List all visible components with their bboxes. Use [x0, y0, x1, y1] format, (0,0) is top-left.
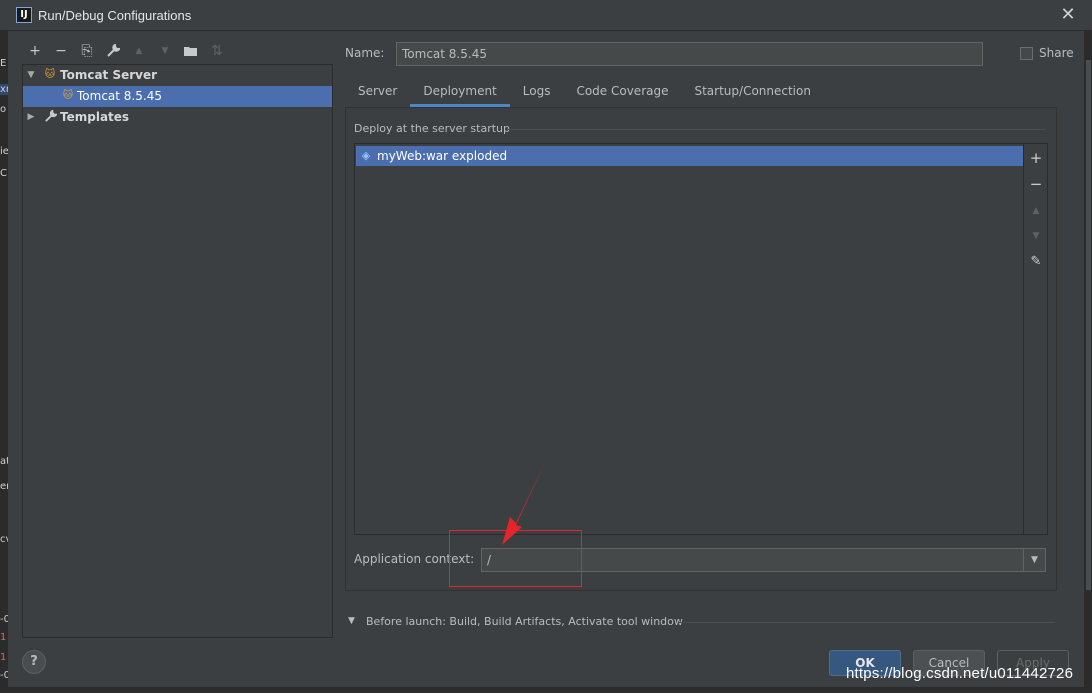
list-item[interactable]: ◈ myWeb:war exploded	[356, 146, 1023, 166]
expanded-arrow-icon[interactable]: ▼	[25, 65, 37, 86]
background-text: cv	[0, 534, 8, 545]
remove-icon[interactable]: −	[1027, 174, 1045, 194]
wrench-icon[interactable]	[100, 40, 126, 62]
background-text: 1	[0, 632, 7, 643]
config-toolbar: + − ⎘ ▲ ▼ ⇅	[22, 40, 230, 62]
tomcat-icon: 🐱	[62, 90, 74, 101]
deployment-list: ◈ myWeb:war exploded + − ▲ ▼ ✎	[354, 143, 1048, 535]
folder-add-icon[interactable]	[178, 40, 204, 62]
separator	[679, 622, 1055, 623]
move-down-icon[interactable]: ▼	[152, 40, 178, 62]
tab-deployment[interactable]: Deployment	[410, 80, 510, 107]
move-down-icon[interactable]: ▼	[1027, 226, 1045, 246]
window-title: Run/Debug Configurations	[38, 8, 192, 23]
share-checkbox[interactable]	[1020, 47, 1033, 60]
background-text: -0	[0, 614, 8, 625]
sort-icon[interactable]: ⇅	[204, 40, 230, 62]
name-field[interactable]	[396, 42, 983, 66]
background-text: 1	[0, 652, 7, 663]
background-text: xn	[0, 84, 8, 95]
tab-bar: Server Deployment Logs Code Coverage Sta…	[345, 80, 824, 107]
title-bar: IJ Run/Debug Configurations ✕	[0, 0, 1092, 31]
background-text: C	[0, 168, 7, 179]
annotation-arrow	[502, 460, 546, 545]
wrench-icon	[43, 109, 58, 124]
scrollbar[interactable]	[1086, 60, 1091, 590]
deploy-caption: Deploy at the server startup	[354, 122, 511, 135]
tree-label: Tomcat 8.5.45	[77, 89, 162, 103]
configuration-tree: ▼ 🐱 Tomcat Server 🐱 Tomcat 8.5.45 ▶ Temp…	[22, 64, 333, 638]
edit-pencil-icon[interactable]: ✎	[1027, 252, 1045, 272]
background-text: o	[0, 104, 7, 115]
tab-server[interactable]: Server	[345, 80, 410, 107]
tree-label: Tomcat Server	[60, 68, 158, 82]
background-text: ie	[0, 146, 8, 157]
intellij-app-icon: IJ	[16, 7, 32, 23]
background-text: er	[0, 481, 8, 492]
add-icon[interactable]: +	[22, 40, 48, 62]
add-icon[interactable]: +	[1027, 148, 1045, 168]
watermark-text: https://blog.csdn.net/u011442726	[846, 665, 1074, 682]
move-up-icon[interactable]: ▲	[126, 40, 152, 62]
tab-startup-connection[interactable]: Startup/Connection	[681, 80, 823, 107]
background-text: at	[0, 456, 8, 467]
tab-logs[interactable]: Logs	[510, 80, 564, 107]
share-label: Share	[1039, 46, 1074, 60]
before-launch-section[interactable]: Before launch: Build, Build Artifacts, A…	[366, 615, 683, 628]
background-text: E	[0, 58, 7, 69]
expanded-arrow-icon[interactable]: ▼	[348, 616, 355, 626]
chevron-down-icon[interactable]: ▼	[1023, 549, 1045, 571]
remove-icon[interactable]: −	[48, 40, 74, 62]
copy-icon[interactable]: ⎘	[74, 40, 100, 62]
background-window-strip	[0, 687, 1092, 693]
move-up-icon[interactable]: ▲	[1027, 201, 1045, 221]
tomcat-icon: 🐱	[44, 69, 56, 80]
tree-node-templates[interactable]: ▶ Templates	[23, 107, 332, 128]
collapsed-arrow-icon[interactable]: ▶	[25, 107, 37, 128]
close-icon[interactable]: ✕	[1058, 5, 1078, 25]
separator	[506, 129, 1045, 130]
tree-node-tomcat-server[interactable]: ▼ 🐱 Tomcat Server	[23, 65, 332, 86]
name-label: Name:	[345, 46, 385, 60]
tree-label: Templates	[60, 110, 130, 124]
list-item-label: myWeb:war exploded	[377, 149, 508, 163]
help-button[interactable]: ?	[22, 650, 46, 674]
artifact-icon: ◈	[361, 149, 371, 162]
tab-code-coverage[interactable]: Code Coverage	[563, 80, 681, 107]
list-divider	[1023, 144, 1024, 534]
background-text: -0	[0, 670, 8, 681]
background-window-strip	[0, 31, 8, 693]
tree-node-tomcat-instance[interactable]: 🐱 Tomcat 8.5.45	[23, 86, 332, 107]
